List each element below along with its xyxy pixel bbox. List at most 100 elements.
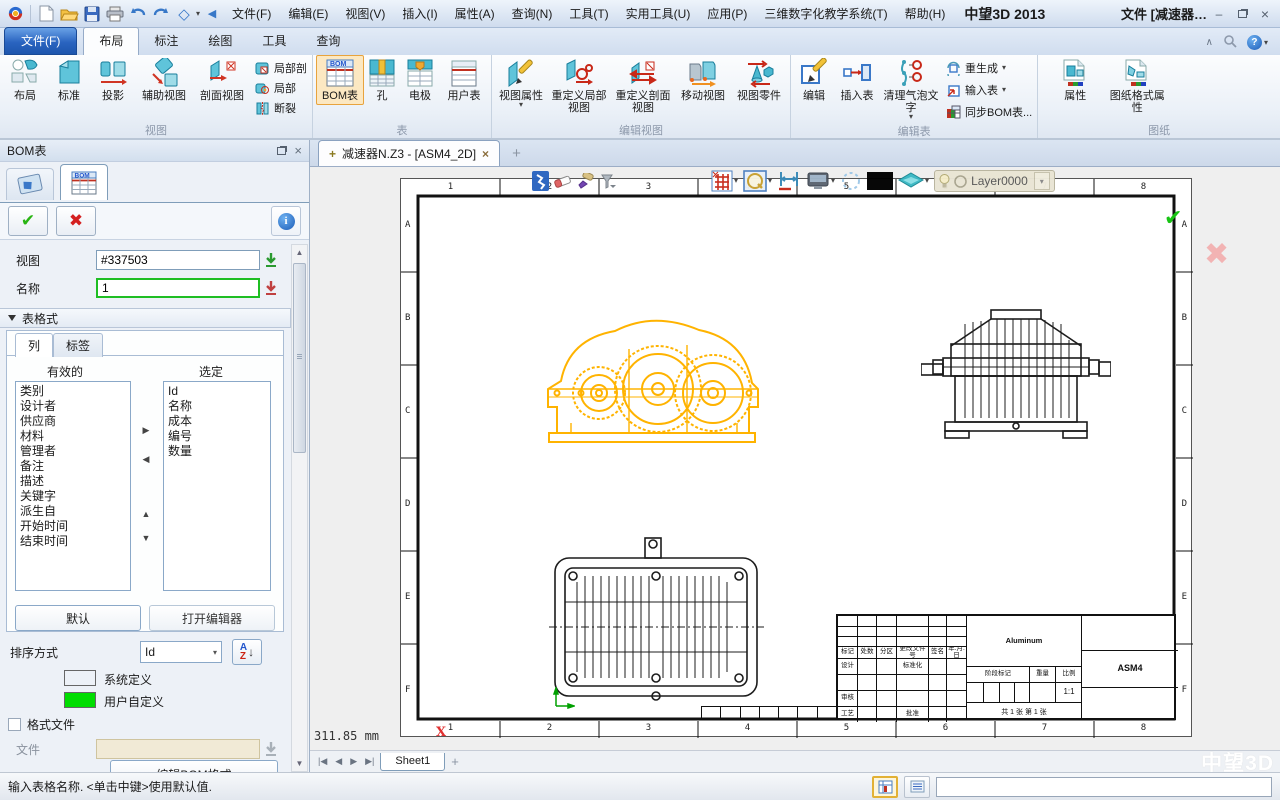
list-item[interactable]: 派生自	[20, 504, 126, 519]
default-button[interactable]: 默认	[15, 605, 141, 631]
ok-button[interactable]: ✔	[8, 206, 48, 236]
tab-dimension[interactable]: 标注	[139, 27, 193, 55]
menu-applications[interactable]: 应用(P)	[699, 2, 755, 25]
active-color-swatch[interactable]	[867, 171, 893, 191]
undo-icon[interactable]	[127, 3, 149, 25]
electrode-table-button[interactable]: 电极	[400, 55, 440, 105]
list-item[interactable]: 关键字	[20, 489, 126, 504]
menu-insert[interactable]: 插入(I)	[394, 2, 445, 25]
list-item[interactable]: 类别	[20, 384, 126, 399]
hole-table-button[interactable]: 孔	[364, 55, 400, 105]
format-file-checkbox[interactable]	[8, 718, 21, 731]
quick-access-dropdown-icon[interactable]: ▾	[196, 11, 200, 17]
edit-table-button[interactable]: 编辑	[794, 55, 834, 105]
section-view-button[interactable]: 剖面视图	[193, 55, 251, 105]
scrollbar-thumb[interactable]	[293, 263, 306, 453]
info-button[interactable]: i	[271, 206, 301, 236]
menu-tools[interactable]: 工具(T)	[561, 2, 616, 25]
menu-view[interactable]: 视图(V)	[337, 2, 393, 25]
name-field-input[interactable]	[96, 278, 260, 298]
selection-filter-icon[interactable]	[840, 171, 862, 191]
document-tab[interactable]: + 减速器N.Z3 - [ASM4_2D] ×	[318, 140, 500, 166]
menu-teaching-system[interactable]: 三维数字化教学系统(T)	[756, 2, 895, 25]
search-icon[interactable]	[1223, 34, 1237, 51]
layer-dropdown-icon[interactable]: ▾	[1034, 172, 1050, 190]
new-document-tab-button[interactable]: +	[500, 145, 533, 166]
list-item[interactable]: 数量	[168, 444, 266, 459]
file-menu-button[interactable]: 文件(F)	[4, 27, 77, 55]
projection-view-button[interactable]: 投影	[91, 55, 135, 105]
top-view-gearbox[interactable]	[549, 536, 764, 708]
eraser-icon[interactable]	[554, 171, 572, 191]
tab-bom-icon-tab[interactable]: BOM	[60, 164, 108, 200]
list-item[interactable]: 设计者	[20, 399, 126, 414]
brush-icon[interactable]	[577, 171, 595, 191]
redefine-detail-view-button[interactable]: 重定义局部视图	[547, 55, 611, 117]
sort-select[interactable]: Id ▾	[140, 641, 222, 663]
display-mode-icon[interactable]: ▾	[806, 171, 835, 191]
drawing-canvas[interactable]: 1 2 3 4 5 6 7 8 1 2 3 4 5 6 7 8 A B C D …	[310, 167, 1280, 750]
refresh-icon[interactable]: ◇	[173, 3, 195, 25]
list-item[interactable]: 供应商	[20, 414, 126, 429]
close-button[interactable]: ×	[1254, 5, 1276, 23]
available-list[interactable]: 类别 设计者 供应商 材料 管理者 备注 描述 关键字 派生自 开始时间 结束时…	[15, 381, 131, 591]
list-item[interactable]: 描述	[20, 474, 126, 489]
detail-view-button[interactable]: 局部	[255, 80, 307, 96]
pattern-grid-icon[interactable]: ▾	[711, 171, 738, 191]
menu-file[interactable]: 文件(F)	[224, 2, 279, 25]
add-sheet-button[interactable]: +	[449, 754, 461, 769]
help-icon[interactable]: ? ▾	[1247, 35, 1268, 50]
list-item[interactable]: 材料	[20, 429, 126, 444]
status-table-toggle-button[interactable]	[872, 776, 898, 798]
layout-button[interactable]: 布局	[3, 55, 47, 105]
constraint-icon[interactable]	[777, 171, 801, 191]
tab-labels[interactable]: 标签	[53, 333, 103, 357]
exit-sketch-icon[interactable]	[532, 171, 549, 191]
tab-inquire[interactable]: 查询	[301, 27, 355, 55]
list-item[interactable]: Id	[168, 384, 266, 399]
list-item[interactable]: 成本	[168, 414, 266, 429]
tab-tools[interactable]: 工具	[247, 27, 301, 55]
restore-button[interactable]	[1231, 5, 1253, 23]
sheet-attributes-button[interactable]: 属性	[1053, 55, 1097, 105]
last-sheet-button[interactable]: ▶|	[363, 756, 376, 767]
broken-view-button[interactable]: 断裂	[255, 100, 307, 116]
local-section-button[interactable]: 局部剖	[255, 60, 307, 76]
collapse-ribbon-icon[interactable]: ∧	[1206, 37, 1213, 48]
side-view-gearbox[interactable]	[921, 306, 1111, 444]
view-field-input[interactable]	[96, 250, 260, 270]
table-format-section-header[interactable]: 表格式	[0, 308, 291, 328]
redefine-section-view-button[interactable]: 重定义剖面视图	[611, 55, 675, 117]
menu-attributes[interactable]: 属性(A)	[447, 2, 503, 25]
front-view-gearbox[interactable]	[541, 309, 766, 451]
status-input[interactable]	[936, 777, 1272, 797]
sheet-format-attributes-button[interactable]: 图纸格式属性	[1105, 55, 1169, 117]
move-down-button[interactable]: ▼	[140, 531, 153, 545]
name-pick-icon[interactable]	[262, 278, 280, 298]
list-item[interactable]: 备注	[20, 459, 126, 474]
insert-table-button[interactable]: 插入表	[834, 55, 880, 105]
view-part-button[interactable]: 视图零件	[731, 55, 787, 105]
prev-sheet-button[interactable]: ◀	[333, 756, 344, 767]
auxiliary-view-button[interactable]: 辅助视图	[135, 55, 193, 105]
view-pick-icon[interactable]	[262, 250, 280, 270]
drawing-sheet[interactable]: 1 2 3 4 5 6 7 8 1 2 3 4 5 6 7 8 A B C D …	[400, 178, 1192, 737]
next-sheet-button[interactable]: ▶	[348, 756, 359, 767]
status-list-toggle-button[interactable]	[904, 776, 930, 798]
tab-columns[interactable]: 列	[15, 333, 53, 357]
tab-close-icon[interactable]: ×	[482, 147, 489, 161]
open-editor-button[interactable]: 打开编辑器	[149, 605, 275, 631]
layers-icon[interactable]: ▾	[898, 171, 929, 191]
save-icon[interactable]	[81, 3, 103, 25]
panel-close-icon[interactable]: ×	[294, 143, 302, 158]
tab-view-icon-tab[interactable]	[6, 168, 54, 200]
menu-help[interactable]: 帮助(H)	[897, 2, 954, 25]
redo-icon[interactable]	[150, 3, 172, 25]
import-table-button[interactable]: 输入表 ▾	[946, 82, 1032, 98]
new-file-icon[interactable]	[35, 3, 57, 25]
view-attributes-button[interactable]: 视图属性 ▾	[495, 55, 547, 111]
bom-table-button[interactable]: BOM BOM表	[316, 55, 364, 105]
sheet-tab[interactable]: Sheet1	[380, 753, 445, 771]
minimize-button[interactable]: –	[1208, 5, 1230, 23]
cancel-button[interactable]: ✖	[56, 206, 96, 236]
